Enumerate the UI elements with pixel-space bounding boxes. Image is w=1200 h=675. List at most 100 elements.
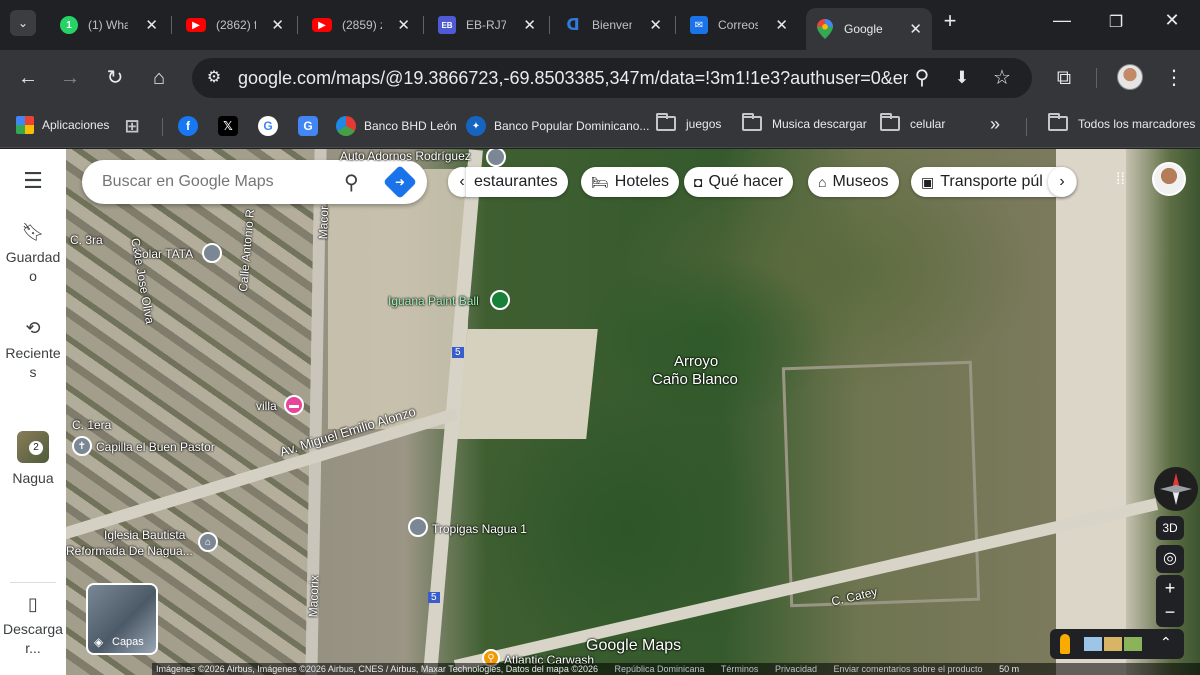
tab-youtube-2[interactable]: ▶ (2859) z ✕ <box>302 8 420 42</box>
tab-whatsapp[interactable]: 1 (1) Wha ✕ <box>50 8 168 42</box>
place-cano-blanco[interactable]: Caño Blanco <box>652 371 738 388</box>
bookmark-popular[interactable]: ✦ Banco Popular Dominicano... <box>466 116 649 136</box>
bookmark-star-icon[interactable]: ☆ <box>988 64 1016 92</box>
directions-icon[interactable]: ➜ <box>383 165 417 199</box>
terms-link[interactable]: Términos <box>721 664 759 674</box>
new-tab-button[interactable]: + <box>930 8 970 34</box>
apps-grid-icon[interactable]: ⁞⁞ <box>1116 171 1125 189</box>
menu-button[interactable]: ☰ <box>0 170 66 192</box>
church-pin-icon[interactable]: ✝ <box>72 436 92 456</box>
tab-google-maps[interactable]: Google ✕ <box>806 8 932 50</box>
bookmark-all-folder[interactable]: Todos los marcadores <box>1048 113 1195 131</box>
park-pin-icon[interactable] <box>490 290 510 310</box>
tab-eb[interactable]: EB EB-RJ75 ✕ <box>428 8 546 42</box>
rail-nagua[interactable]: 2 Nagua <box>0 431 66 488</box>
tab-correos[interactable]: ✉ Correos ✕ <box>680 8 798 42</box>
feedback-link[interactable]: Enviar comentarios sobre el producto <box>833 664 982 674</box>
address-bar[interactable]: ⚙ google.com/maps/@19.3866723,-69.850338… <box>192 58 1032 98</box>
bookmark-grid[interactable]: ⊞ <box>122 116 150 136</box>
close-tab-icon[interactable]: ✕ <box>271 16 284 34</box>
restore-icon[interactable]: ❐ <box>1096 12 1136 32</box>
chip-museos[interactable]: ⌂ Museos <box>808 167 899 197</box>
close-window-icon[interactable]: ✕ <box>1152 10 1192 31</box>
place-pin-icon[interactable] <box>408 517 428 537</box>
close-tab-icon[interactable]: ✕ <box>649 16 662 34</box>
tab-youtube-1[interactable]: ▶ (2862) fi ✕ <box>176 8 294 42</box>
bookmark-google[interactable]: G <box>258 116 286 136</box>
tab-bienvenido[interactable]: ᗡ Bienven ✕ <box>554 8 672 42</box>
close-tab-icon[interactable]: ✕ <box>145 16 158 34</box>
compass-button[interactable] <box>1154 467 1198 511</box>
bookmark-bhd[interactable]: Banco BHD León <box>336 116 457 136</box>
bookmark-folder-juegos[interactable]: juegos <box>656 113 721 131</box>
place-arroyo[interactable]: Arroyo <box>674 353 718 370</box>
search-box[interactable]: ⚲ ➜ <box>82 160 427 204</box>
rail-download[interactable]: ▯ Descargar... <box>0 595 66 658</box>
bookmarks-overflow-button[interactable]: » <box>990 114 1000 135</box>
url-text[interactable]: google.com/maps/@19.3866723,-69.8503385,… <box>238 68 908 89</box>
profile-avatar[interactable] <box>1117 64 1143 90</box>
minimize-icon[interactable]: — <box>1042 10 1082 31</box>
privacy-link[interactable]: Privacidad <box>775 664 817 674</box>
close-tab-icon[interactable]: ✕ <box>775 16 788 34</box>
my-location-button[interactable]: ◎ <box>1156 545 1184 573</box>
bookmark-folder-musica[interactable]: Musica descargar <box>742 113 867 131</box>
place-auto-adornos[interactable]: Auto Adornos Rodríguez <box>340 149 471 163</box>
bookmark-apps[interactable]: Aplicaciones <box>16 116 109 134</box>
place-pin-icon[interactable] <box>202 243 222 263</box>
zoom-icon[interactable]: ⚲ <box>908 64 936 92</box>
expand-icon[interactable]: ⌃ <box>1160 634 1172 651</box>
place-capilla[interactable]: Capilla el Buen Pastor <box>96 440 215 454</box>
imagery-thumbnail-3[interactable] <box>1124 637 1142 651</box>
install-app-icon[interactable]: ⬇ <box>948 64 976 92</box>
maps-viewport: ☰ 🔖︎ Guardado ⟲ Recientes 2 Nagua ▯ Desc… <box>0 149 1200 675</box>
bookmark-folder-celular[interactable]: celular <box>880 113 945 131</box>
place-iguana[interactable]: Iguana Paint Ball <box>388 294 479 308</box>
bookmark-x[interactable]: 𝕏 <box>218 116 246 136</box>
place-iglesia-2[interactable]: Reformada De Nagua... <box>66 544 193 558</box>
menu-kebab-icon[interactable]: ⋮ <box>1160 64 1188 92</box>
pegman-icon[interactable] <box>1060 634 1070 654</box>
hotel-pin-icon[interactable]: ▬ <box>284 395 304 415</box>
chips-scroll-right-button[interactable]: › <box>1048 167 1076 197</box>
reload-icon[interactable]: ↻ <box>101 64 129 92</box>
place-villa[interactable]: villa <box>256 399 277 413</box>
layers-button[interactable]: ◈ Capas <box>86 583 158 655</box>
close-tab-icon[interactable]: ✕ <box>397 16 410 34</box>
tilt-3d-button[interactable]: 3D <box>1156 516 1184 540</box>
search-icon[interactable]: ⚲ <box>344 170 359 195</box>
rail-nagua-label: Nagua <box>12 470 54 486</box>
back-icon[interactable]: ← <box>14 64 42 92</box>
rail-recent[interactable]: ⟲ Recientes <box>0 319 66 382</box>
imagery-thumbnail-1[interactable] <box>1084 637 1102 651</box>
church-pin-icon[interactable]: ⌂ <box>198 532 218 552</box>
chip-que-hacer[interactable]: ◘ Qué hacer <box>684 167 794 197</box>
close-tab-icon[interactable]: ✕ <box>523 16 536 34</box>
chip-restaurantes[interactable]: estaurantes <box>466 167 568 197</box>
place-iglesia-1[interactable]: Iglesia Bautista <box>104 528 185 542</box>
site-info-icon[interactable]: ⚙ <box>200 64 228 92</box>
forward-icon[interactable]: → <box>56 64 84 92</box>
close-tab-icon[interactable]: ✕ <box>909 20 922 38</box>
zoom-out-button[interactable]: − <box>1156 601 1184 627</box>
tab-search-chevron-icon[interactable]: ⌄ <box>10 10 36 36</box>
bookmark-translate[interactable]: G <box>298 116 326 136</box>
chip-hoteles[interactable]: 🛏︎ Hoteles <box>581 167 680 197</box>
place-tropigas[interactable]: Tropigas Nagua 1 <box>432 522 527 536</box>
home-icon[interactable]: ⌂ <box>145 64 173 92</box>
scale-label[interactable]: 50 m <box>999 664 1019 674</box>
satellite-map[interactable]: ⚲ ➜ ‹ estaurantes 🛏︎Hoteles ◘Qué hacer ⌂… <box>66 149 1200 675</box>
place-solar-tata[interactable]: Solar TATA <box>134 247 193 261</box>
tab-separator <box>297 16 298 34</box>
history-icon: ⟲ <box>25 318 41 338</box>
browser-toolbar: ← → ↻ ⌂ ⚙ google.com/maps/@19.3866723,-6… <box>0 50 1200 106</box>
tab-title: (2859) z <box>342 18 382 32</box>
account-avatar[interactable] <box>1152 162 1186 196</box>
imagery-thumbnail-2[interactable] <box>1104 637 1122 651</box>
extensions-icon[interactable]: ⧉ <box>1050 64 1078 92</box>
search-input[interactable] <box>102 170 332 194</box>
place-pin-icon[interactable] <box>486 149 506 167</box>
bookmark-facebook[interactable]: f <box>178 116 206 136</box>
zoom-in-button[interactable]: + <box>1156 575 1184 601</box>
rail-saved[interactable]: 🔖︎ Guardado <box>0 223 66 286</box>
